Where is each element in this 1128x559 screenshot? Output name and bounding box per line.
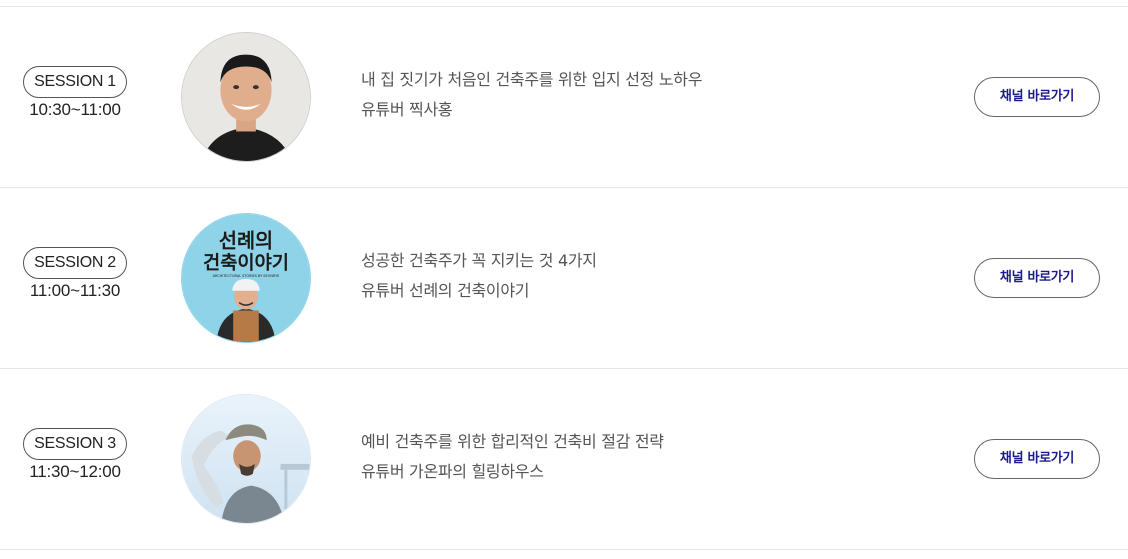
session-time: 10:30~11:00 (29, 100, 121, 119)
session-texts: 성공한 건축주가 꼭 지키는 것 4가지 유튜버 선례의 건축이야기 (361, 249, 597, 303)
session-info: SESSION 3 11:30~12:00 (18, 428, 132, 482)
session-title: 성공한 건축주가 꼭 지키는 것 4가지 (361, 251, 597, 270)
speaker-portrait-icon (181, 394, 311, 524)
session-row: SESSION 3 11:30~12:00 예비 건축주를 위한 합리적인 건축… (0, 369, 1128, 550)
channel-link-button[interactable]: 채널 바로가기 (974, 258, 1100, 298)
session-title: 예비 건축주를 위한 합리적인 건축비 절감 전략 (361, 432, 664, 451)
session-texts: 내 집 짓기가 처음인 건축주를 위한 입지 선정 노하우 유튜버 찍사홍 (361, 68, 702, 122)
session-time: 11:00~11:30 (29, 281, 121, 300)
session-texts: 예비 건축주를 위한 합리적인 건축비 절감 전략 유튜버 가온파의 힐링하우스 (361, 430, 664, 484)
logo-line2: 건축이야기 (203, 253, 289, 274)
logo-sub: ARCHITECTURAL STORIES BY SEONRYE (213, 274, 280, 278)
session-row: SESSION 2 11:00~11:30 선례의 건축이야기 ARCHITEC… (0, 188, 1128, 369)
session-host: 유튜버 선례의 건축이야기 (361, 281, 530, 300)
logo-line1: 선례의 (219, 229, 273, 252)
session-badge: SESSION 1 (23, 66, 127, 98)
session-info: SESSION 2 11:00~11:30 (18, 247, 132, 301)
session-badge: SESSION 2 (23, 247, 127, 279)
session-host: 유튜버 찍사홍 (361, 100, 453, 119)
session-host: 유튜버 가온파의 힐링하우스 (361, 462, 544, 481)
channel-link-button[interactable]: 채널 바로가기 (974, 439, 1100, 479)
channel-link-button[interactable]: 채널 바로가기 (974, 77, 1100, 117)
session-badge: SESSION 3 (23, 428, 127, 460)
session-title: 내 집 짓기가 처음인 건축주를 위한 입지 선정 노하우 (361, 70, 703, 89)
session-info: SESSION 1 10:30~11:00 (18, 66, 132, 120)
speaker-portrait-icon (181, 32, 311, 162)
session-time: 11:30~12:00 (29, 462, 121, 481)
channel-logo-icon: 선례의 건축이야기 ARCHITECTURAL STORIES BY SEONR… (181, 213, 311, 343)
session-list: SESSION 1 10:30~11:00 내 집 짓기가 처음인 건축주를 위… (0, 0, 1128, 559)
session-row: SESSION 1 10:30~11:00 내 집 짓기가 처음인 건축주를 위… (0, 7, 1128, 188)
